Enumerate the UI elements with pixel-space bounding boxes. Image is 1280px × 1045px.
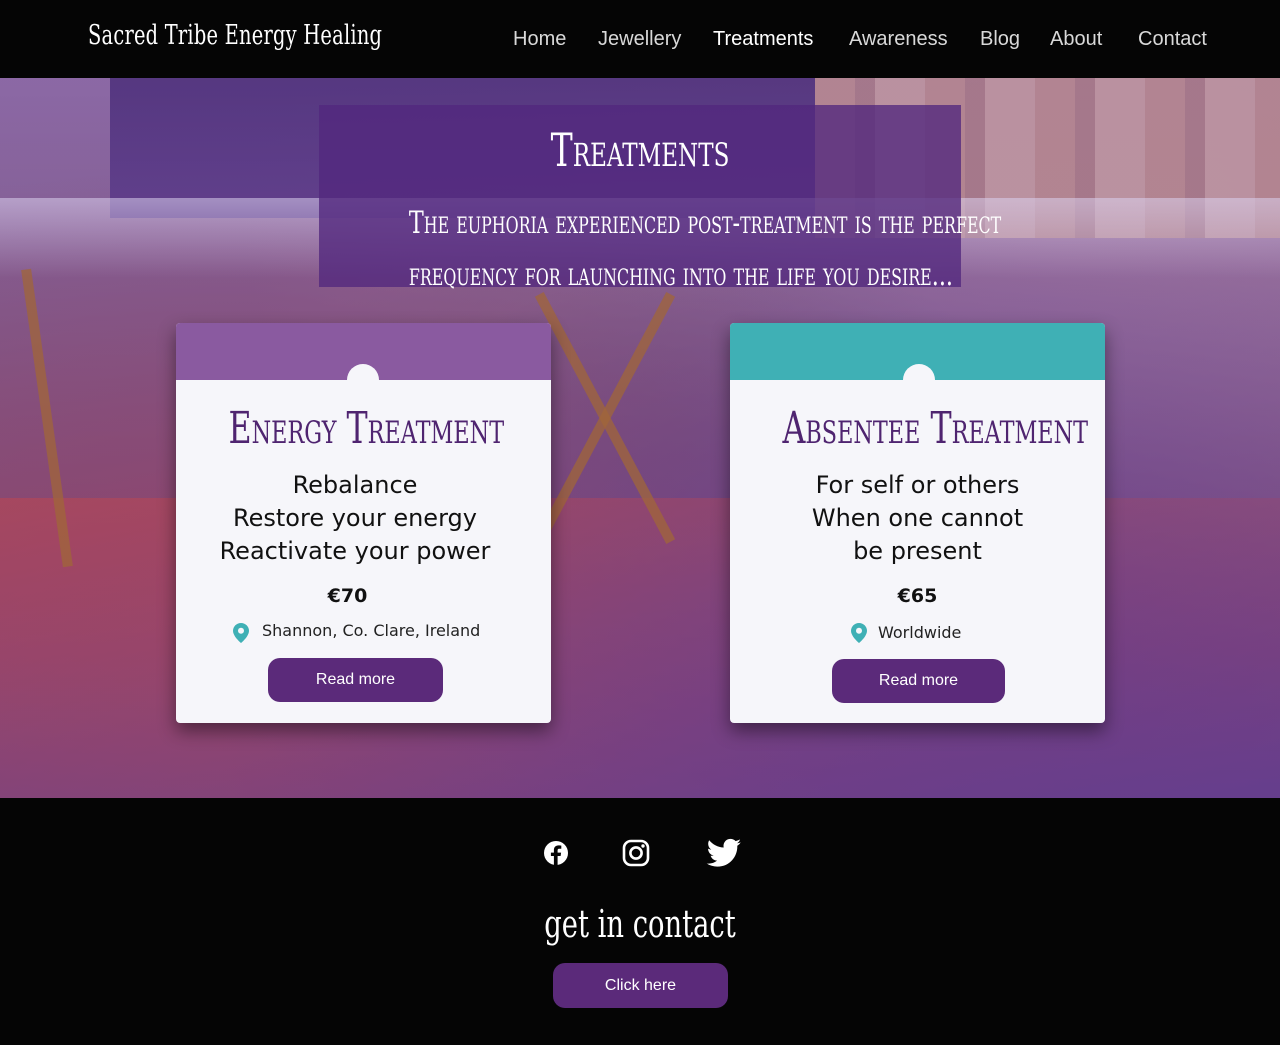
site-header: Sacred Tribe Energy Healing Home Jewelle… [0,0,1280,78]
hero-tagline-line-2: frequency for launching into the life yo… [408,257,954,293]
card-line: For self or others [815,471,1020,499]
card-notch [903,364,935,396]
treatment-card-absentee: Absentee Treatment For self or others Wh… [730,323,1105,723]
nav-home[interactable]: Home [513,28,566,51]
read-more-button[interactable]: Read more [832,659,1005,703]
hero-section: Treatments The euphoria experienced post… [0,78,1280,798]
location-pin-icon [233,623,249,643]
card-title: Absentee Treatment [782,403,1089,454]
treatment-card-energy: Energy Treatment Rebalance Restore your … [176,323,551,723]
hero-title-box: Treatments The euphoria experienced post… [319,105,1001,293]
hero-tagline: The euphoria experienced post-treatment … [409,197,1001,301]
card-line: be present [853,537,982,565]
card-line: Reactivate your power [219,537,491,565]
nav-contact[interactable]: Contact [1138,28,1207,51]
card-notch [347,364,379,396]
card-location: Shannon, Co. Clare, Ireland [262,621,481,640]
nav-treatments[interactable]: Treatments [713,28,813,51]
card-price: €65 [897,585,938,607]
card-description: Rebalance Restore your energy Reactivate… [176,469,551,568]
card-line: When one cannot [811,504,1024,532]
nav-about[interactable]: About [1050,28,1102,51]
nav-blog[interactable]: Blog [980,28,1020,51]
facebook-icon[interactable] [538,838,574,868]
card-price: €70 [327,585,368,607]
card-description: For self or others When one cannot be pr… [730,469,1105,568]
card-title: Energy Treatment [228,403,505,454]
nav-jewellery[interactable]: Jewellery [598,28,681,51]
site-brand[interactable]: Sacred Tribe Energy Healing [88,20,382,51]
nav-awareness[interactable]: Awareness [849,28,948,51]
card-line: Rebalance [292,471,418,499]
page-title: Treatments [550,123,730,177]
hero-tagline-line-1: The euphoria experienced post-treatment … [408,205,1002,241]
instagram-icon[interactable] [618,838,654,868]
twitter-icon[interactable] [706,838,742,868]
footer-contact-heading: get in contact [544,902,736,946]
card-location: Worldwide [878,623,962,642]
card-line: Restore your energy [233,504,477,532]
site-footer: get in contact Click here [0,798,1280,1045]
contact-click-here-button[interactable]: Click here [553,963,728,1008]
read-more-button[interactable]: Read more [268,658,443,702]
location-pin-icon [851,623,867,643]
